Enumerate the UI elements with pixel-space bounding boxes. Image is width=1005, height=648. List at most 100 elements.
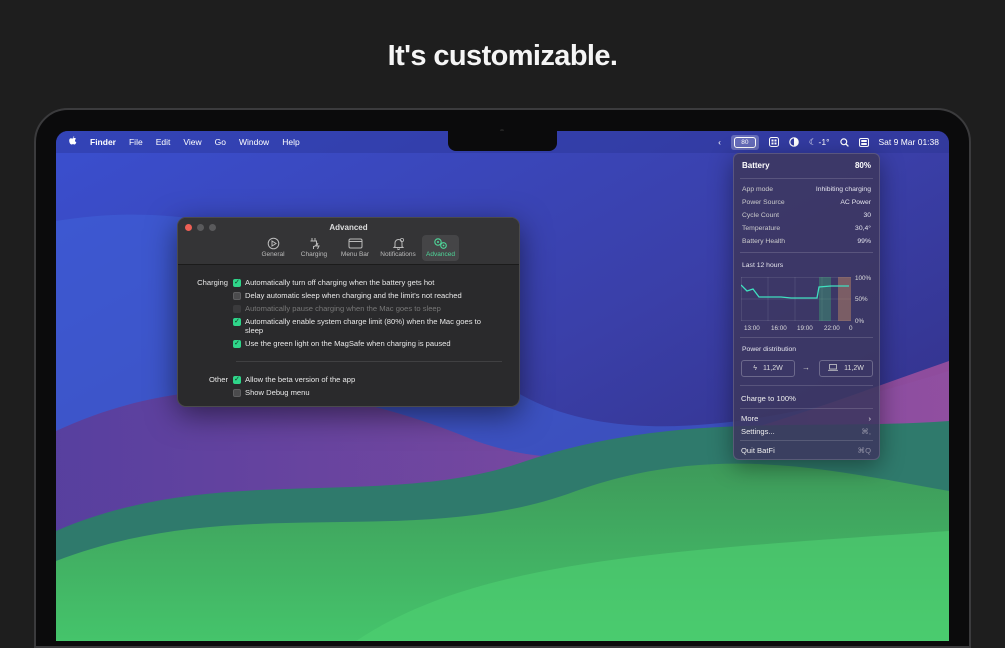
tab-label: Charging xyxy=(300,251,328,258)
checkbox[interactable]: ✓ xyxy=(233,376,241,384)
detail-app-mode: App mode Inhibiting charging xyxy=(742,186,871,193)
menu-file[interactable]: File xyxy=(129,137,143,147)
detail-cycle-count: Cycle Count 30 xyxy=(742,212,871,219)
chevron-right-icon: › xyxy=(868,414,871,423)
battery-status-item[interactable]: 80 xyxy=(730,134,759,150)
power-output: 11,2W xyxy=(819,360,873,377)
charging-period-band xyxy=(838,277,851,321)
x-tick: 16:00 xyxy=(771,325,787,332)
x-tick: 13:00 xyxy=(744,325,760,332)
menu-app-finder[interactable]: Finder xyxy=(90,137,116,147)
option-label: Delay automatic sleep when charging and … xyxy=(245,291,462,300)
option-label: Automatically turn off charging when the… xyxy=(245,278,435,287)
tab-notifications[interactable]: Notifications xyxy=(377,235,419,261)
battery-history-chart xyxy=(741,277,851,321)
option-label: Use the green light on the MagSafe when … xyxy=(245,339,451,348)
mac-screen: Finder File Edit View Go Window Help ‹ 8… xyxy=(56,131,949,641)
checkbox xyxy=(233,305,241,313)
window-title: Advanced xyxy=(329,223,368,232)
contrast-icon[interactable] xyxy=(789,137,799,147)
notch xyxy=(448,131,557,151)
menu-window[interactable]: Window xyxy=(239,137,269,147)
detail-key: Battery Health xyxy=(742,238,786,245)
checkbox[interactable]: ✓ xyxy=(233,340,241,348)
tab-label: Notifications xyxy=(380,251,416,258)
apple-icon[interactable] xyxy=(68,136,77,148)
detail-key: Cycle Count xyxy=(742,212,780,219)
menu-edit[interactable]: Edit xyxy=(156,137,171,147)
menu-label: Charge to 100% xyxy=(741,394,796,403)
checkbox[interactable] xyxy=(233,292,241,300)
window-toolbar: Advanced General Charging Menu Bar Notif… xyxy=(178,218,519,265)
settings-menu-item[interactable]: Settings... ⌘, xyxy=(741,427,871,436)
tab-menu-bar[interactable]: Menu Bar xyxy=(336,235,374,261)
play-circle-icon xyxy=(267,237,279,250)
detail-value: 30,4° xyxy=(855,225,871,232)
power-input-value: 11,2W xyxy=(763,365,783,372)
option-system-limit[interactable]: ✓ Automatically enable system charge lim… xyxy=(233,317,493,335)
detail-value: Inhibiting charging xyxy=(815,186,871,193)
menu-go[interactable]: Go xyxy=(215,137,226,147)
separator xyxy=(740,385,873,386)
y-tick: 50% xyxy=(855,296,868,303)
power-distribution-title: Power distribution xyxy=(742,346,797,353)
menu-label: Settings... xyxy=(741,427,775,436)
headline: It's customizable. xyxy=(387,40,618,72)
option-magsafe-light[interactable]: ✓ Use the green light on the MagSafe whe… xyxy=(233,339,451,348)
battery-menu-percent: 80 xyxy=(741,138,749,146)
quit-menu-item[interactable]: Quit BatFi ⌘Q xyxy=(741,446,871,455)
battery-popover: Battery 80% App mode Inhibiting charging … xyxy=(733,153,880,460)
option-pause-on-sleep: Automatically pause charging when the Ma… xyxy=(233,304,441,313)
charge-to-100-button[interactable]: Charge to 100% xyxy=(741,394,871,403)
menu-view[interactable]: View xyxy=(183,137,201,147)
tab-general[interactable]: General xyxy=(254,235,292,261)
weather-temp: -1° xyxy=(818,137,830,147)
settings-tabs: General Charging Menu Bar Notifications … xyxy=(254,235,459,261)
option-label: Show Debug menu xyxy=(245,388,310,397)
shortcut: ⌘, xyxy=(861,427,871,436)
menubar-icon xyxy=(348,238,362,249)
detail-value: AC Power xyxy=(840,199,871,206)
option-beta[interactable]: ✓ Allow the beta version of the app xyxy=(233,375,355,384)
popover-percent: 80% xyxy=(854,161,871,170)
separator xyxy=(740,440,873,441)
tab-advanced[interactable]: Advanced xyxy=(422,235,459,261)
other-group-label: Other xyxy=(209,375,228,384)
x-tick: 22:00 xyxy=(824,325,840,332)
checkbox[interactable]: ✓ xyxy=(233,318,241,326)
weather-moon-icon[interactable]: ☾ -1° xyxy=(809,137,830,148)
detail-key: Temperature xyxy=(742,225,781,232)
charging-period-band xyxy=(819,277,831,321)
tab-charging[interactable]: Charging xyxy=(295,235,333,261)
option-delay-sleep[interactable]: Delay automatic sleep when charging and … xyxy=(233,291,462,300)
menu-bar: Finder File Edit View Go Window Help ‹ 8… xyxy=(56,131,949,153)
tab-label: Advanced xyxy=(426,251,455,258)
option-label: Automatically pause charging when the Ma… xyxy=(245,304,441,313)
checkbox[interactable]: ✓ xyxy=(233,279,241,287)
option-auto-off-hot[interactable]: ✓ Automatically turn off charging when t… xyxy=(233,278,434,287)
menu-label: Quit BatFi xyxy=(741,446,775,455)
menu-label: More xyxy=(741,414,759,423)
tab-label: General xyxy=(261,251,285,258)
option-label: Automatically enable system charge limit… xyxy=(245,317,481,335)
checkbox[interactable] xyxy=(233,389,241,397)
detail-temperature: Temperature 30,4° xyxy=(742,225,871,232)
bolt-icon: ϟ xyxy=(753,365,757,372)
shortcut: ⌘Q xyxy=(857,446,871,455)
search-icon[interactable] xyxy=(839,137,849,147)
option-label: Allow the beta version of the app xyxy=(245,375,356,384)
separator xyxy=(740,408,873,409)
settings-window: Advanced General Charging Menu Bar Notif… xyxy=(177,217,520,407)
chevron-left-icon[interactable]: ‹ xyxy=(718,137,721,147)
option-debug-menu[interactable]: Show Debug menu xyxy=(233,388,310,397)
bell-icon xyxy=(392,237,404,250)
separator xyxy=(740,252,873,253)
menu-help[interactable]: Help xyxy=(282,137,299,147)
more-menu-item[interactable]: More › xyxy=(741,414,871,423)
control-center-icon[interactable] xyxy=(858,137,869,147)
tab-label: Menu Bar xyxy=(340,251,370,258)
y-tick: 0% xyxy=(855,318,865,325)
menu-clock[interactable]: Sat 9 Mar 01:38 xyxy=(879,137,939,147)
charging-group-label: Charging xyxy=(197,278,228,287)
app-grid-icon[interactable] xyxy=(768,137,779,147)
